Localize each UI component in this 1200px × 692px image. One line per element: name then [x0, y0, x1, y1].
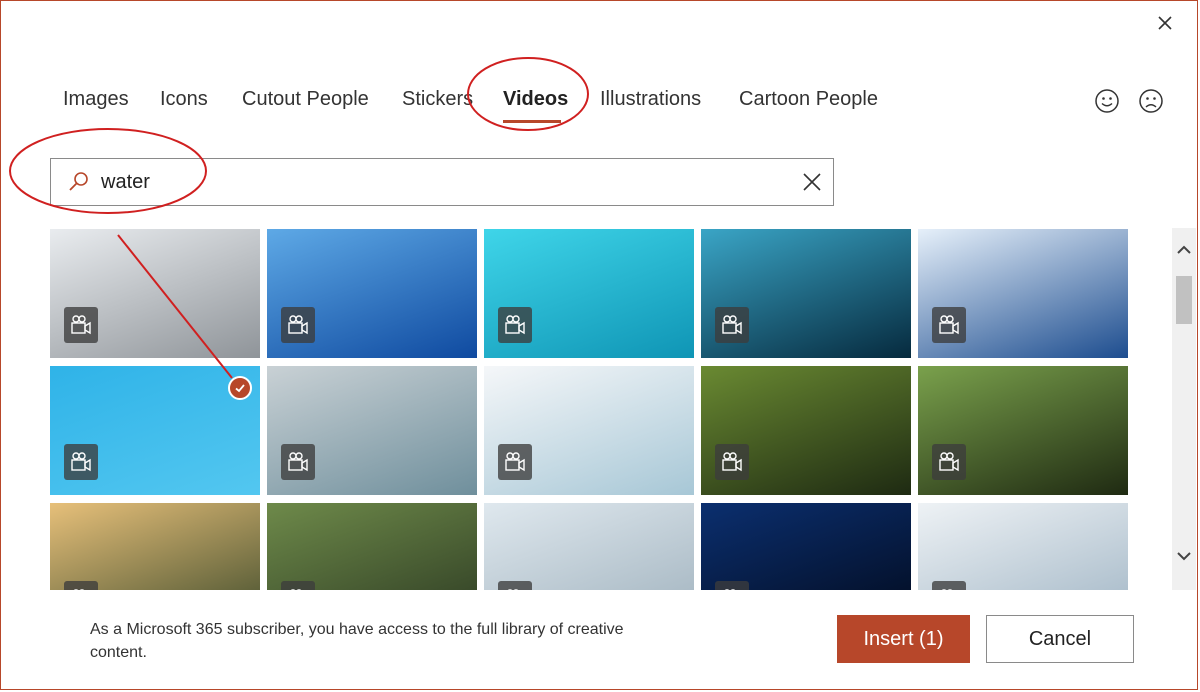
tab-cutout-people[interactable]: Cutout People: [242, 88, 369, 111]
scroll-thumb[interactable]: [1176, 276, 1192, 324]
video-badge: [64, 581, 98, 590]
video-camera-icon: [505, 452, 525, 472]
video-camera-icon: [290, 589, 302, 590]
checkmark-icon: [235, 384, 245, 393]
search-box: [50, 158, 834, 206]
thumbnail-image: [50, 503, 260, 590]
video-camera-icon: [722, 452, 742, 472]
insert-button[interactable]: Insert (1): [837, 615, 970, 663]
video-thumbnail[interactable]: [484, 366, 694, 495]
video-thumbnail[interactable]: [267, 503, 477, 590]
video-camera-icon: [71, 315, 91, 335]
video-thumbnail[interactable]: [484, 503, 694, 590]
tab-videos[interactable]: Videos: [503, 88, 568, 111]
tab-images[interactable]: Images: [63, 88, 129, 111]
video-thumbnail[interactable]: [918, 229, 1128, 358]
thumbnail-image: [484, 503, 694, 590]
video-badge: [281, 444, 315, 480]
video-badge: [715, 581, 749, 590]
selected-check-badge[interactable]: [228, 376, 252, 400]
results-grid: [50, 229, 1128, 590]
cancel-button[interactable]: Cancel: [986, 615, 1134, 663]
tab-cartoon-people[interactable]: Cartoon People: [739, 88, 878, 111]
video-thumbnail[interactable]: [701, 366, 911, 495]
video-camera-icon: [505, 315, 525, 335]
video-thumbnail[interactable]: [484, 229, 694, 358]
video-thumbnail[interactable]: [701, 229, 911, 358]
active-tab-indicator: [503, 120, 561, 123]
video-camera-icon: [73, 589, 85, 590]
thumbnail-image: [918, 503, 1128, 590]
video-camera-icon: [722, 315, 742, 335]
video-camera-icon: [939, 452, 959, 472]
video-thumbnail[interactable]: [918, 366, 1128, 495]
video-camera-icon: [941, 589, 953, 590]
clear-search-button[interactable]: [801, 171, 823, 193]
video-badge: [932, 307, 966, 343]
video-thumbnail[interactable]: [50, 366, 260, 495]
video-camera-icon: [71, 452, 91, 472]
scroll-up-arrow-icon[interactable]: [1174, 242, 1194, 258]
video-camera-icon: [288, 452, 308, 472]
search-icon: [69, 172, 88, 191]
video-badge: [281, 307, 315, 343]
tab-stickers[interactable]: Stickers: [402, 88, 473, 111]
video-badge: [64, 444, 98, 480]
video-camera-icon: [288, 315, 308, 335]
video-badge: [932, 444, 966, 480]
thumbnail-image: [267, 503, 477, 590]
video-badge: [498, 307, 532, 343]
like-button[interactable]: [1094, 88, 1120, 114]
tab-illustrations[interactable]: Illustrations: [600, 88, 701, 111]
video-badge: [498, 444, 532, 480]
close-icon: [1158, 16, 1172, 30]
video-badge: [715, 307, 749, 343]
video-badge: [932, 581, 966, 590]
video-camera-icon: [507, 589, 519, 590]
video-thumbnail[interactable]: [50, 503, 260, 590]
scroll-down-arrow-icon[interactable]: [1174, 548, 1194, 564]
category-tabs: Images Icons Cutout People Stickers Vide…: [0, 80, 1000, 120]
tab-icons[interactable]: Icons: [160, 88, 208, 111]
video-camera-icon: [724, 589, 736, 590]
search-input[interactable]: [101, 167, 781, 197]
video-badge: [715, 444, 749, 480]
video-badge: [64, 307, 98, 343]
results-scrollbar[interactable]: [1172, 228, 1196, 590]
smiley-face-icon: [1095, 89, 1119, 113]
video-thumbnail[interactable]: [50, 229, 260, 358]
video-badge: [281, 581, 315, 590]
frowning-face-icon: [1139, 89, 1163, 113]
video-thumbnail[interactable]: [267, 366, 477, 495]
dislike-button[interactable]: [1138, 88, 1164, 114]
dialog-close-button[interactable]: [1150, 8, 1180, 38]
thumbnail-image: [701, 503, 911, 590]
video-thumbnail[interactable]: [918, 503, 1128, 590]
video-thumbnail[interactable]: [701, 503, 911, 590]
subscriber-note: As a Microsoft 365 subscriber, you have …: [90, 621, 624, 661]
video-badge: [498, 581, 532, 590]
video-camera-icon: [939, 315, 959, 335]
video-thumbnail[interactable]: [267, 229, 477, 358]
